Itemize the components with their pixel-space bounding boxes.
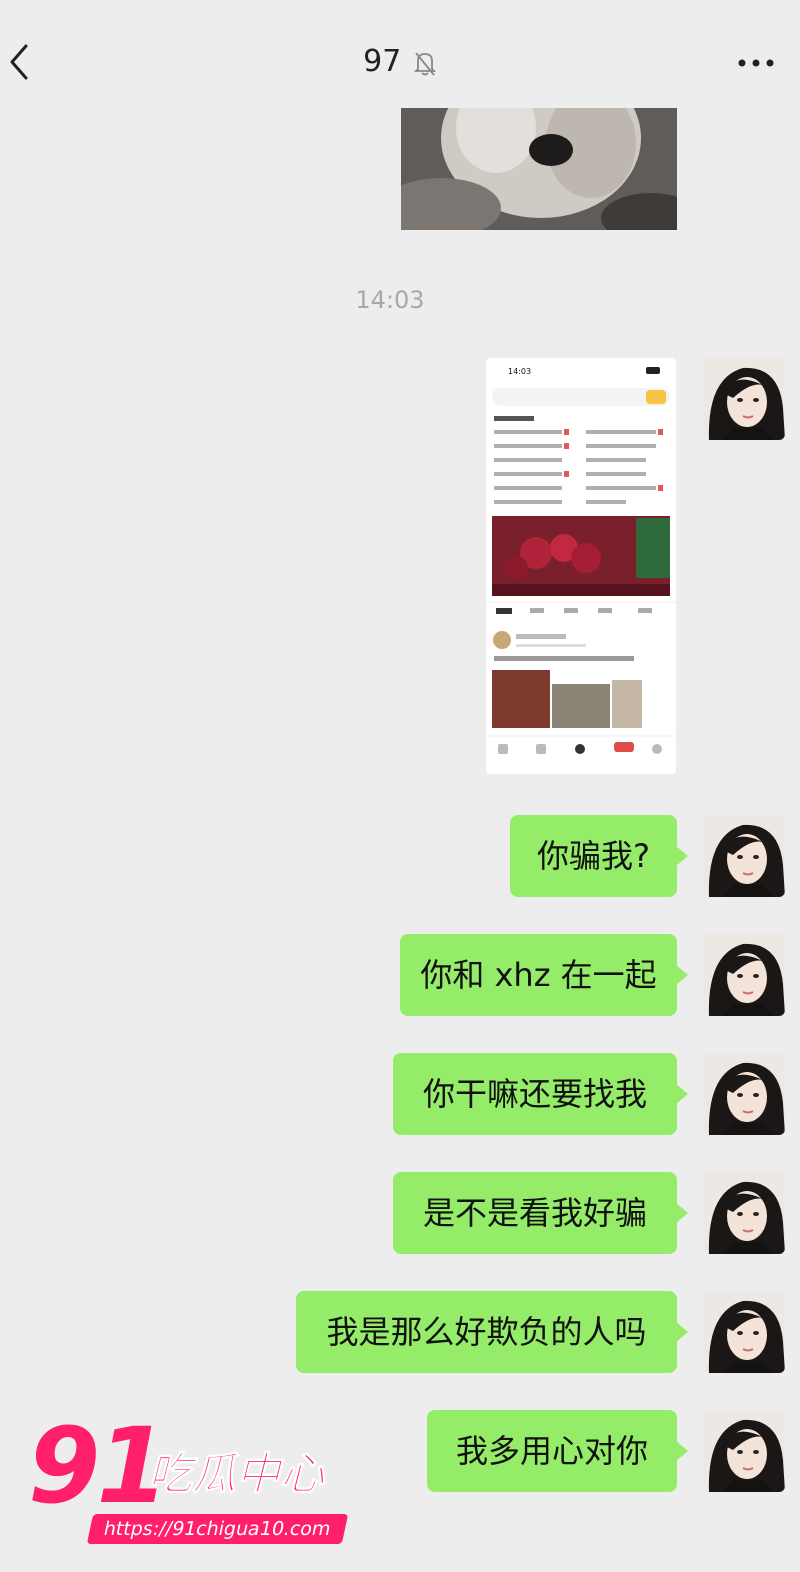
chat-header: 97 bbox=[0, 0, 800, 110]
message-timestamp: 14:03 bbox=[355, 286, 425, 314]
svg-text:14:03: 14:03 bbox=[508, 367, 531, 376]
message-bubble[interactable]: 我是那么好欺负的人吗 bbox=[296, 1291, 688, 1373]
message-bubble[interactable]: 你干嘛还要找我 bbox=[393, 1053, 688, 1135]
avatar[interactable] bbox=[703, 1410, 785, 1492]
avatar[interactable] bbox=[703, 1172, 785, 1254]
avatar[interactable] bbox=[703, 934, 785, 1016]
avatar[interactable] bbox=[703, 1053, 785, 1135]
watermark-number: 91 bbox=[28, 1405, 169, 1527]
message-bubble[interactable]: 你骗我? bbox=[510, 815, 688, 897]
chat-title: 97 bbox=[363, 44, 402, 79]
avatar[interactable] bbox=[703, 815, 785, 897]
chat-title-area: 97 bbox=[0, 40, 800, 84]
watermark-logo: 91 吃瓜中心 https://91chigua10.com bbox=[28, 1414, 358, 1550]
avatar[interactable] bbox=[703, 358, 785, 440]
more-dots-icon[interactable] bbox=[736, 58, 776, 68]
avatar[interactable] bbox=[703, 1291, 785, 1373]
sent-screenshot-image[interactable]: 14:03 bbox=[486, 358, 676, 774]
received-image[interactable] bbox=[401, 108, 677, 230]
message-bubble[interactable]: 我多用心对你 bbox=[427, 1410, 688, 1492]
watermark-url: https://91chigua10.com bbox=[86, 1514, 348, 1544]
bell-off-icon bbox=[413, 51, 437, 76]
message-bubble[interactable]: 是不是看我好骗 bbox=[393, 1172, 688, 1254]
message-bubble[interactable]: 你和 xhz 在一起 bbox=[400, 934, 688, 1016]
watermark-name: 吃瓜中心 bbox=[148, 1449, 325, 1500]
